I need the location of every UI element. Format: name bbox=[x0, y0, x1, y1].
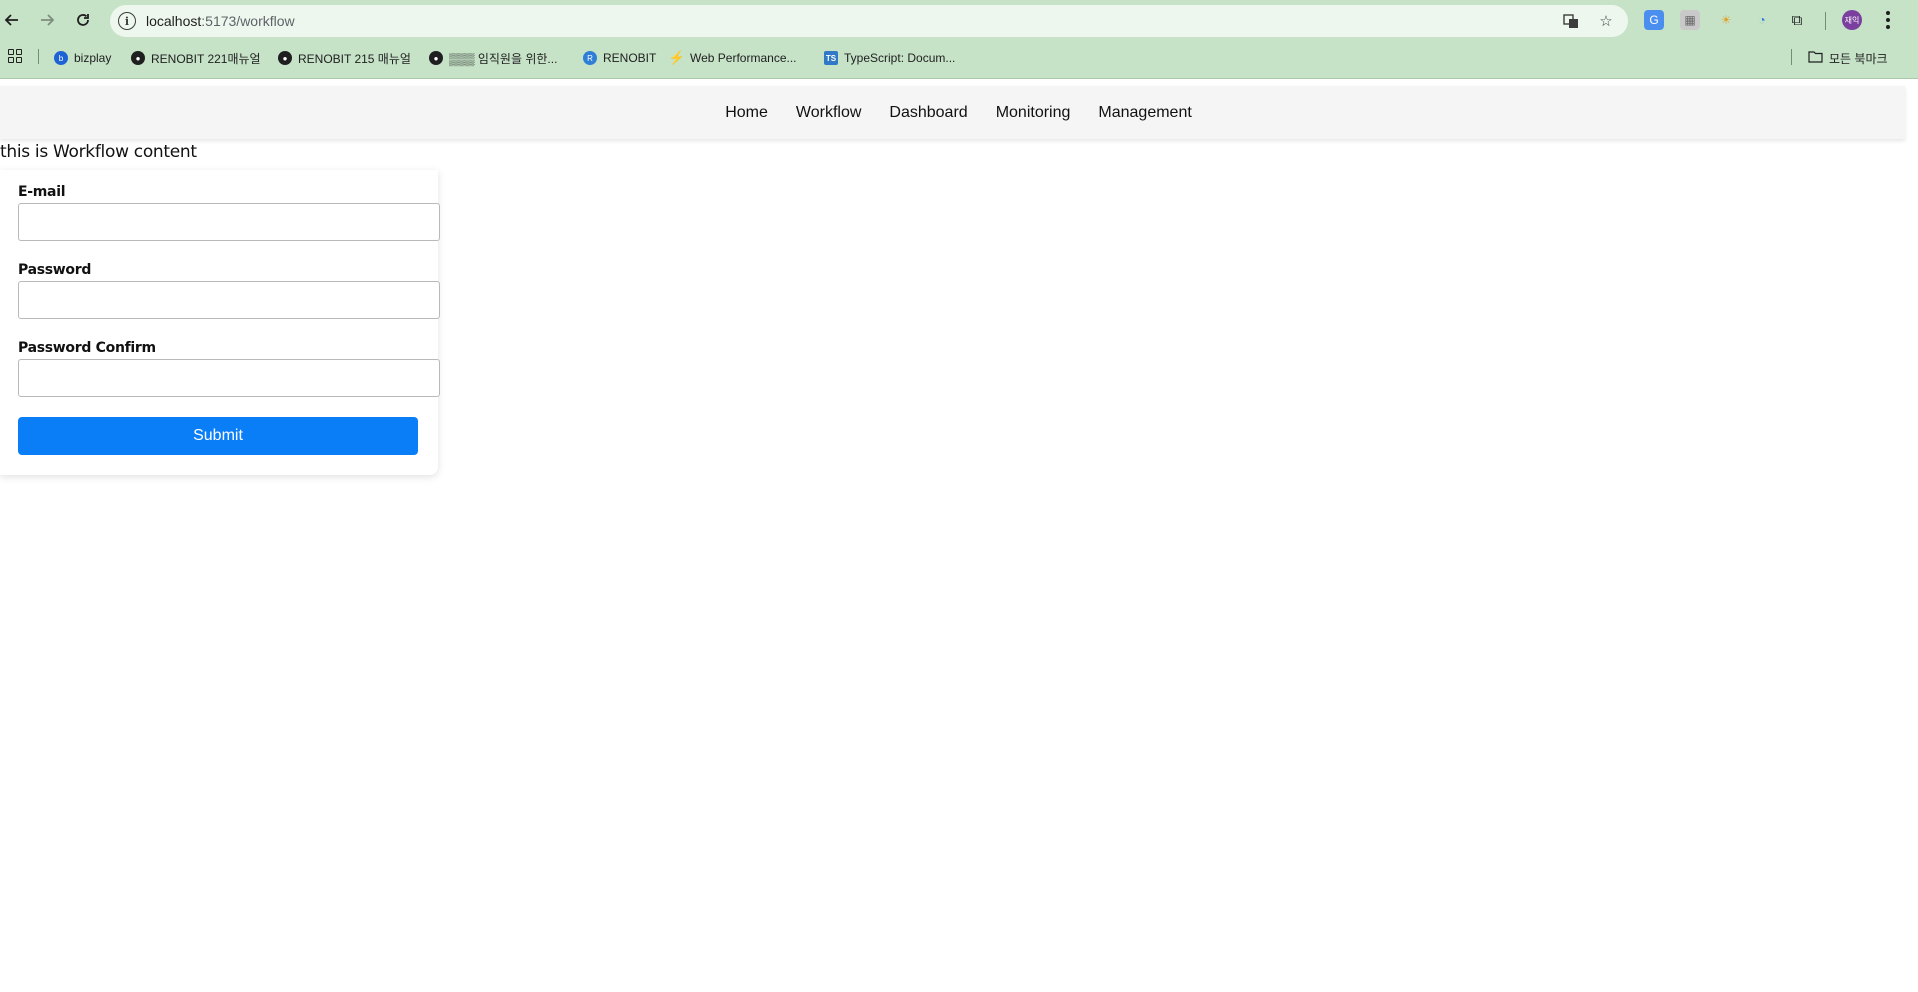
bookmark-renobit-215[interactable]: ● RENOBIT 215 매뉴얼 bbox=[278, 49, 411, 67]
extensions-puzzle-icon[interactable]: ⧉ bbox=[1787, 10, 1807, 30]
browser-menu-icon[interactable] bbox=[1878, 9, 1898, 31]
app-navbar: Home Workflow Dashboard Monitoring Manag… bbox=[0, 86, 1905, 139]
extension-ring-icon[interactable]: ◔ bbox=[1752, 10, 1772, 30]
forward-arrow-icon[interactable] bbox=[35, 8, 59, 32]
bookmark-label: TypeScript: Docum... bbox=[844, 51, 956, 65]
bookmark-label: bizplay bbox=[74, 51, 112, 65]
bizplay-icon: b bbox=[54, 51, 68, 65]
browser-toolbar: i localhost:5173/workflow ☆ G ▦ ☀ ◔ ⧉ 재익 bbox=[0, 0, 1918, 42]
browser-chrome: i localhost:5173/workflow ☆ G ▦ ☀ ◔ ⧉ 재익… bbox=[0, 0, 1918, 79]
nav-dashboard-link[interactable]: Dashboard bbox=[889, 104, 967, 122]
globe-icon: ● bbox=[131, 51, 145, 65]
all-bookmarks-folder[interactable]: 모든 북마크 bbox=[1808, 49, 1888, 67]
back-arrow-icon[interactable] bbox=[0, 8, 24, 32]
signup-form: E-mail Password Password Confirm Submit bbox=[0, 170, 440, 475]
password-confirm-label: Password Confirm bbox=[18, 340, 156, 356]
globe-icon: ● bbox=[429, 51, 443, 65]
bookmark-renobit[interactable]: R RENOBIT bbox=[583, 49, 656, 67]
bookmark-label: RENOBIT 221매뉴얼 bbox=[151, 51, 261, 66]
folder-icon bbox=[1808, 50, 1823, 66]
globe-icon: ● bbox=[278, 51, 292, 65]
email-label: E-mail bbox=[18, 184, 66, 200]
bookmark-renobit-221[interactable]: ● RENOBIT 221매뉴얼 bbox=[131, 49, 261, 67]
bookmark-star-icon[interactable]: ☆ bbox=[1597, 12, 1615, 30]
profile-avatar[interactable]: 재익 bbox=[1842, 10, 1862, 30]
bookmark-label: Web Performance... bbox=[690, 51, 797, 65]
extension-sun-icon[interactable]: ☀ bbox=[1716, 10, 1736, 30]
bookmark-bizplay[interactable]: b bizplay bbox=[54, 49, 111, 67]
bookmarks-bar: b bizplay ● RENOBIT 221매뉴얼 ● RENOBIT 215… bbox=[0, 44, 1918, 70]
workflow-content-text: this is Workflow content bbox=[0, 142, 197, 162]
renobit-icon: R bbox=[583, 51, 597, 65]
bookmark-employees[interactable]: ● ▒▒▒ 임직원을 위한... bbox=[429, 49, 557, 67]
translate-icon[interactable] bbox=[1562, 12, 1580, 30]
bookmark-typescript[interactable]: TS TypeScript: Docum... bbox=[824, 49, 955, 67]
email-field[interactable] bbox=[18, 203, 440, 241]
password-confirm-field[interactable] bbox=[18, 359, 440, 397]
address-bar[interactable]: i localhost:5173/workflow ☆ bbox=[110, 5, 1628, 37]
all-bookmarks-label: 모든 북마크 bbox=[1829, 51, 1888, 66]
bookmark-web-performance[interactable]: ⚡ Web Performance... bbox=[668, 49, 797, 67]
nav-home-link[interactable]: Home bbox=[725, 104, 768, 122]
toolbar-divider bbox=[1825, 12, 1826, 30]
bookmark-label: RENOBIT bbox=[603, 51, 657, 65]
password-label: Password bbox=[18, 262, 92, 278]
reload-icon[interactable] bbox=[71, 8, 95, 32]
extension-gray-icon[interactable]: ▦ bbox=[1680, 10, 1700, 30]
google-translate-extension-icon[interactable]: G bbox=[1644, 10, 1664, 30]
submit-button[interactable]: Submit bbox=[18, 417, 418, 455]
bookmark-label: ▒▒▒ 임직원을 위한... bbox=[449, 51, 558, 66]
nav-management-link[interactable]: Management bbox=[1098, 104, 1191, 122]
nav-links: Home Workflow Dashboard Monitoring Manag… bbox=[0, 86, 1905, 139]
password-field[interactable] bbox=[18, 281, 440, 319]
nav-workflow-link[interactable]: Workflow bbox=[796, 104, 862, 122]
nav-monitoring-link[interactable]: Monitoring bbox=[996, 104, 1071, 122]
typescript-icon: TS bbox=[824, 51, 838, 65]
url-text[interactable]: localhost:5173/workflow bbox=[146, 13, 295, 29]
bookmark-label: RENOBIT 215 매뉴얼 bbox=[298, 51, 411, 66]
lightning-icon: ⚡ bbox=[668, 50, 686, 65]
bookmarks-divider bbox=[1791, 49, 1792, 65]
site-info-icon[interactable]: i bbox=[118, 12, 136, 30]
